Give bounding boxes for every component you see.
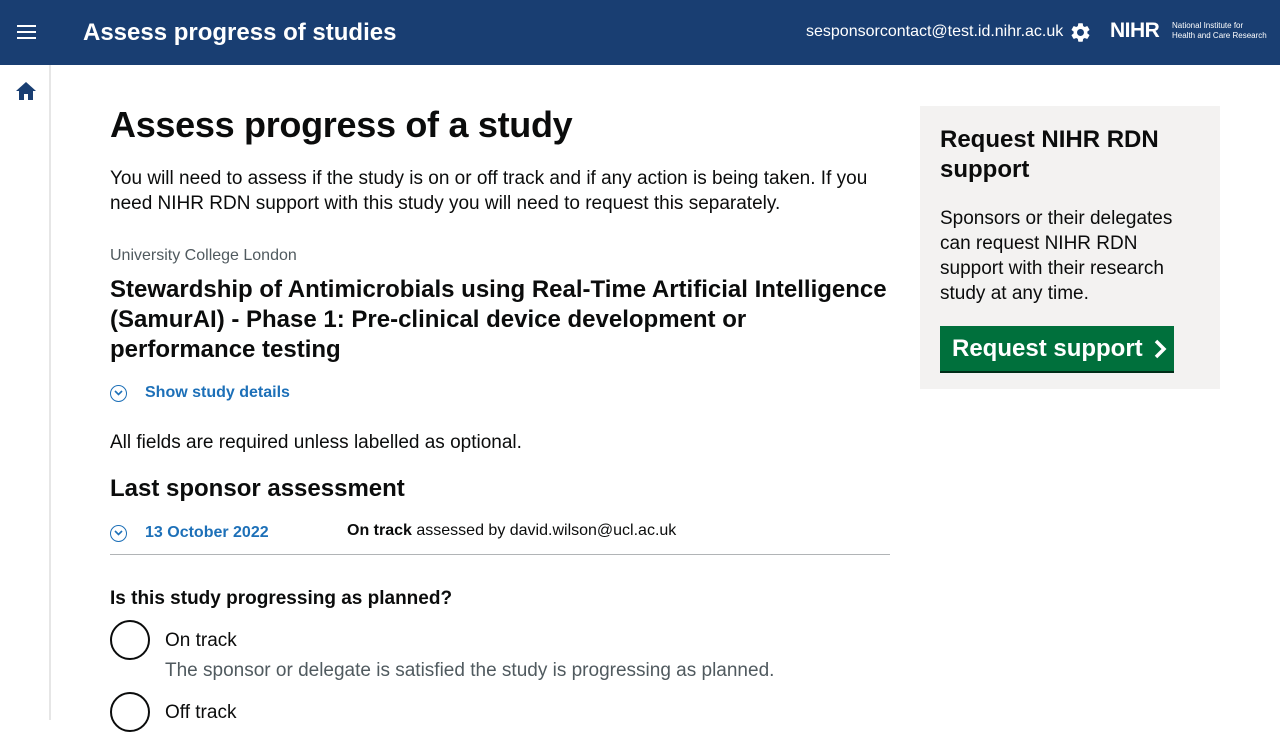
study-title: Stewardship of Antimicrobials using Real…: [110, 276, 887, 363]
show-study-details-label: Show study details: [145, 384, 290, 401]
last-assessment-toggle[interactable]: 13 October 2022: [110, 522, 269, 544]
last-assessment-heading: Last sponsor assessment: [110, 475, 405, 502]
last-assessment-date: 13 October 2022: [145, 524, 269, 541]
last-assessment-status: On track: [347, 522, 412, 539]
last-assessment-row: 13 October 2022 On track assessed by dav…: [110, 520, 890, 555]
app-title: Assess progress of studies: [83, 19, 397, 46]
logo-wordmark: NIHR: [1110, 19, 1160, 42]
request-support-button-label: Request support: [952, 334, 1143, 362]
side-navigation: [0, 65, 51, 720]
home-icon[interactable]: [15, 81, 37, 101]
show-study-details-toggle[interactable]: Show study details: [110, 381, 290, 405]
on-track-label[interactable]: On track: [165, 628, 237, 653]
gear-icon[interactable]: [1069, 21, 1092, 44]
nihr-logo: NIHR National Institute for Health and C…: [1110, 18, 1270, 46]
chevron-right-icon: [1154, 339, 1167, 358]
organisation-caption: University College London: [110, 247, 297, 264]
logo-subtext: National Institute for Health and Care R…: [1172, 21, 1267, 41]
logo-subtext-line2: Health and Care Research: [1172, 31, 1267, 40]
user-email: sesponsorcontact@test.id.nihr.ac.uk: [806, 23, 1064, 40]
request-support-button[interactable]: Request support: [940, 326, 1174, 371]
off-track-label[interactable]: Off track: [165, 700, 236, 725]
page-title: Assess progress of a study: [110, 104, 573, 145]
request-support-text: Sponsors or their delegates can request …: [940, 208, 1173, 304]
request-support-heading: Request NIHR RDN support: [940, 126, 1159, 183]
last-assessment-assessor: assessed by david.wilson@ucl.ac.uk: [416, 522, 677, 539]
progress-question: Is this study progressing as planned?: [110, 588, 453, 609]
on-track-hint: The sponsor or delegate is satisfied the…: [165, 660, 775, 681]
app-header: Assess progress of studies sesponsorcont…: [0, 0, 1280, 65]
chevron-down-icon: [110, 384, 127, 402]
chevron-down-icon: [110, 524, 127, 542]
hamburger-menu-icon[interactable]: [17, 25, 37, 41]
off-track-radio[interactable]: [110, 692, 150, 732]
request-support-panel: Request NIHR RDN support Sponsors or the…: [920, 106, 1220, 389]
intro-text: You will need to assess if the study is …: [110, 168, 868, 214]
required-fields-note: All fields are required unless labelled …: [110, 432, 522, 453]
on-track-radio[interactable]: [110, 620, 150, 660]
last-assessment-summary: On track assessed by david.wilson@ucl.ac…: [347, 520, 676, 542]
logo-subtext-line1: National Institute for: [1172, 21, 1244, 30]
